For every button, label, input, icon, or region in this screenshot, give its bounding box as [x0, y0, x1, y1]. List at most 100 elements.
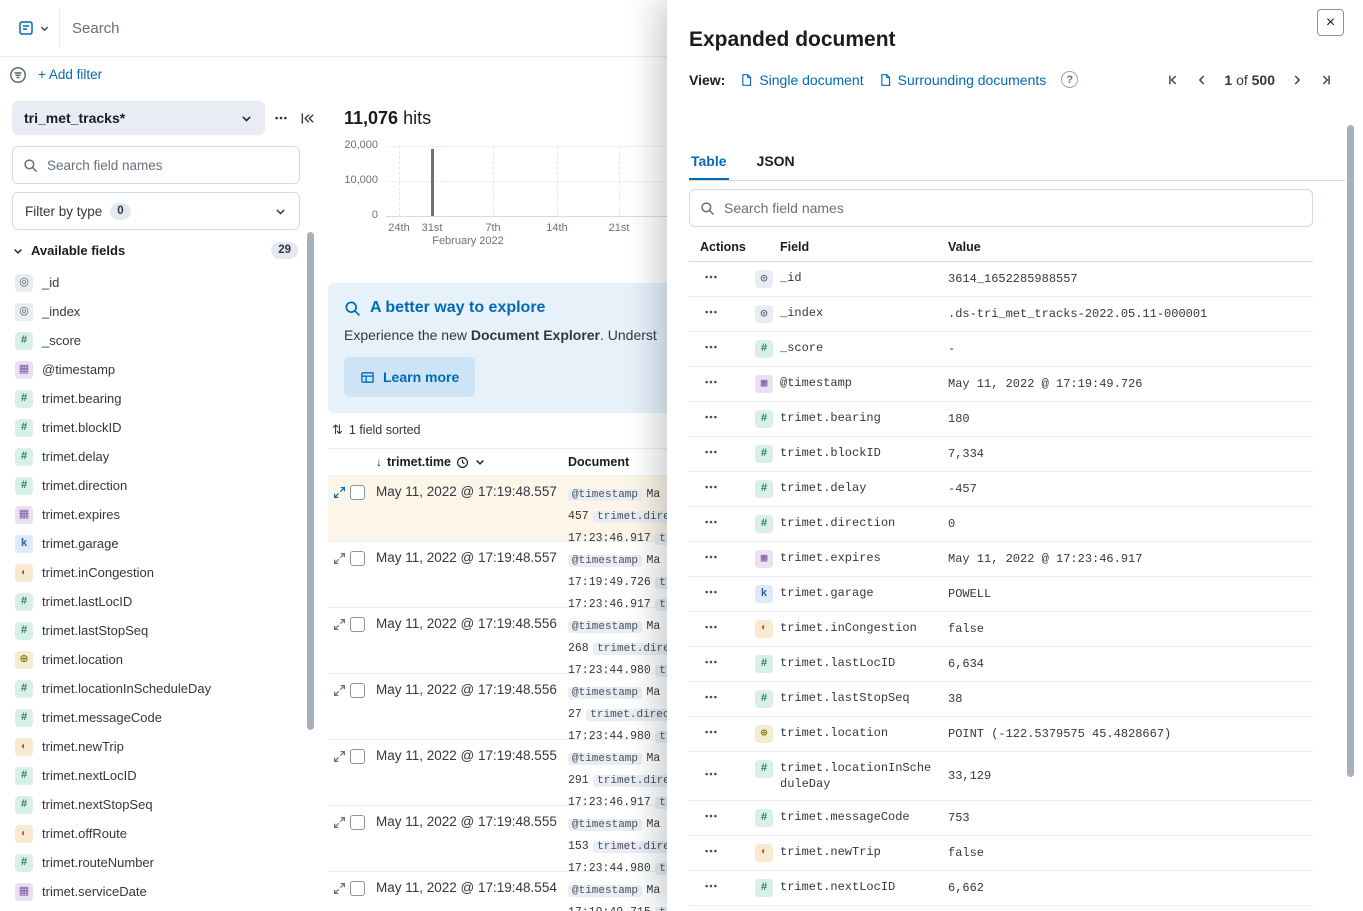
field-actions-button[interactable]	[704, 340, 718, 354]
field-actions-button[interactable]	[704, 690, 718, 704]
field-name: trimet.newTrip	[780, 844, 881, 860]
last-page-button[interactable]	[1319, 73, 1333, 87]
field-value: 38	[948, 684, 1313, 714]
next-page-button[interactable]	[1290, 73, 1304, 87]
first-page-button[interactable]	[1166, 73, 1180, 87]
time-column-header[interactable]: ↓ trimet.time	[376, 455, 568, 469]
filter-menu-button[interactable]	[9, 66, 27, 84]
field-actions-button[interactable]	[704, 375, 718, 389]
field-list-item[interactable]: ▦@timestamp	[12, 355, 298, 384]
help-icon[interactable]: ?	[1061, 71, 1078, 88]
field-actions-button[interactable]	[704, 550, 718, 564]
select-document-checkbox[interactable]	[350, 683, 365, 698]
clock-icon	[456, 456, 469, 469]
field-list-item[interactable]: #trimet.blockID	[12, 413, 298, 442]
expand-document-button[interactable]	[328, 549, 350, 565]
select-document-checkbox[interactable]	[350, 551, 365, 566]
field-list-item[interactable]: ◎_id	[12, 268, 298, 297]
field-value-text: Ma	[646, 752, 660, 765]
field-list-item[interactable]: #trimet.lastStopSeq	[12, 616, 298, 645]
field-value-text: 17:23:46.917	[568, 532, 651, 545]
field-list-item[interactable]: #trimet.messageCode	[12, 703, 298, 732]
field-type-id-icon: ◎	[755, 270, 773, 288]
document-time: May 11, 2022 @ 17:19:48.555	[376, 747, 568, 763]
field-list-item[interactable]: ◐trimet.offRoute	[12, 819, 298, 848]
surrounding-documents-link[interactable]: Surrounding documents	[879, 72, 1047, 88]
expand-document-button[interactable]	[328, 813, 350, 829]
expand-icon	[333, 750, 346, 763]
field-actions-button[interactable]	[704, 767, 718, 781]
expand-document-button[interactable]	[328, 483, 350, 499]
field-actions-button[interactable]	[704, 809, 718, 823]
field-list-item[interactable]: ⊕trimet.location	[12, 645, 298, 674]
expand-document-button[interactable]	[328, 879, 350, 895]
field-type-number-icon: #	[15, 448, 33, 466]
field-search-input[interactable]	[12, 146, 300, 184]
field-list-item[interactable]: ◐trimet.inCongestion	[12, 558, 298, 587]
index-pattern-switcher[interactable]: tri_met_tracks*	[12, 101, 265, 135]
field-list-item[interactable]: #trimet.locationInScheduleDay	[12, 674, 298, 703]
field-actions-button[interactable]	[704, 879, 718, 893]
field-actions-button[interactable]	[704, 410, 718, 424]
select-document-checkbox[interactable]	[350, 815, 365, 830]
tab-json[interactable]: JSON	[755, 145, 797, 180]
field-type-number-icon: #	[15, 477, 33, 495]
sorted-fields-button[interactable]: ⇅ 1 field sorted	[332, 422, 420, 438]
sidebar-scrollbar[interactable]	[307, 232, 314, 730]
filter-type-count-badge: 0	[110, 203, 130, 220]
field-actions-button[interactable]	[704, 620, 718, 634]
field-actions-button[interactable]	[704, 270, 718, 284]
tab-table[interactable]: Table	[689, 145, 729, 180]
document-field-row: ◎_id3614_1652285988557	[689, 262, 1313, 297]
field-list-item[interactable]: #trimet.nextLocID	[12, 761, 298, 790]
single-document-link[interactable]: Single document	[740, 72, 863, 88]
field-actions-button[interactable]	[704, 305, 718, 319]
field-type-date-icon: ▦	[15, 506, 33, 524]
filter-by-type-button[interactable]: Filter by type 0	[12, 192, 300, 230]
field-actions-button[interactable]	[704, 515, 718, 529]
actions-menu-icon	[704, 340, 718, 354]
learn-more-button[interactable]: Learn more	[344, 357, 475, 397]
expand-document-button[interactable]	[328, 615, 350, 631]
expand-document-button[interactable]	[328, 747, 350, 763]
select-document-checkbox[interactable]	[350, 617, 365, 632]
document-time: May 11, 2022 @ 17:19:48.557	[376, 549, 568, 565]
field-list-item[interactable]: ktrimet.garage	[12, 529, 298, 558]
index-pattern-options-button[interactable]	[270, 107, 292, 129]
field-list-item[interactable]: #trimet.delay	[12, 442, 298, 471]
field-list-item[interactable]: #trimet.lastLocID	[12, 587, 298, 616]
field-list-item[interactable]: #trimet.bearing	[12, 384, 298, 413]
field-list-item[interactable]: #_score	[12, 326, 298, 355]
previous-page-button[interactable]	[1195, 73, 1209, 87]
select-document-checkbox[interactable]	[350, 881, 365, 896]
select-document-checkbox[interactable]	[350, 749, 365, 764]
collapse-sidebar-button[interactable]	[296, 107, 318, 129]
field-actions-button[interactable]	[704, 585, 718, 599]
field-actions-button[interactable]	[704, 844, 718, 858]
field-actions-button[interactable]	[704, 655, 718, 669]
expand-document-button[interactable]	[328, 681, 350, 697]
field-list-item[interactable]: #trimet.nextStopSeq	[12, 790, 298, 819]
select-document-checkbox[interactable]	[350, 485, 365, 500]
close-flyout-button[interactable]: ×	[1317, 9, 1344, 36]
field-actions-button[interactable]	[704, 445, 718, 459]
actions-menu-icon	[704, 809, 718, 823]
actions-menu-icon	[704, 375, 718, 389]
query-menu-button[interactable]	[8, 8, 60, 48]
field-list-item[interactable]: ▦trimet.expires	[12, 500, 298, 529]
field-actions-button[interactable]	[704, 480, 718, 494]
field-list-item[interactable]: #trimet.direction	[12, 471, 298, 500]
flyout-scrollbar[interactable]	[1347, 125, 1354, 777]
available-fields-header[interactable]: Available fields 29	[12, 242, 298, 259]
field-list-item[interactable]: ◐trimet.newTrip	[12, 732, 298, 761]
document-time: May 11, 2022 @ 17:19:48.555	[376, 813, 568, 829]
field-actions-button[interactable]	[704, 725, 718, 739]
document-field-row: #trimet.messageCode753	[689, 801, 1313, 836]
flyout-field-search-input[interactable]	[689, 189, 1313, 227]
field-value: -	[948, 334, 1313, 364]
field-list-item[interactable]: ▦trimet.serviceDate	[12, 877, 298, 906]
add-filter-button[interactable]: + Add filter	[38, 67, 102, 82]
field-type-number-icon: #	[755, 480, 773, 498]
field-list-item[interactable]: ◎_index	[12, 297, 298, 326]
field-list-item[interactable]: #trimet.routeNumber	[12, 848, 298, 877]
